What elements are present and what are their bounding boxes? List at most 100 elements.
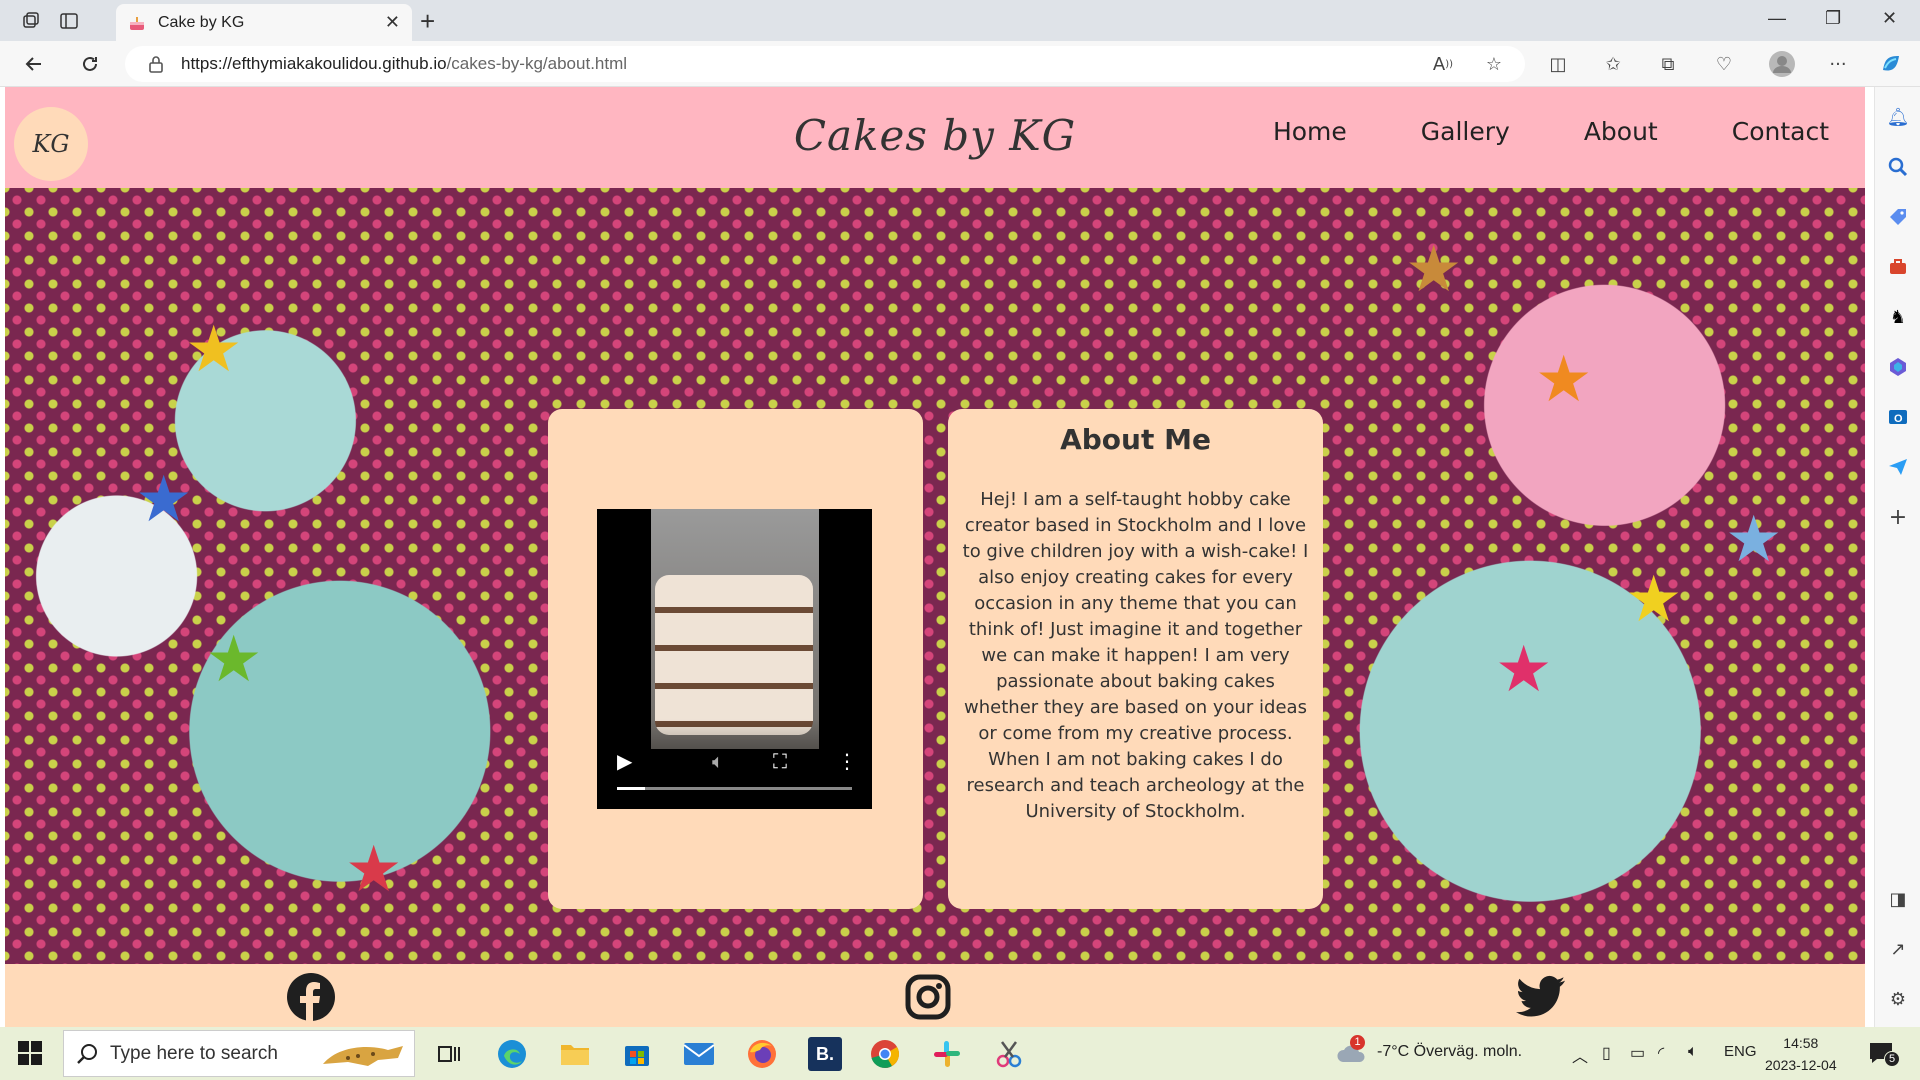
- play-icon[interactable]: ▶: [617, 749, 632, 773]
- sprinkle-star-decoration: ★: [185, 313, 243, 387]
- hide-sidebar-icon[interactable]: ◨: [1886, 887, 1910, 911]
- about-card: About Me Hej! I am a self-taught hobby c…: [948, 409, 1323, 909]
- sprinkle-star-decoration: ★: [1495, 633, 1553, 707]
- show-hidden-icons-chevron-icon[interactable]: ︿: [1572, 1043, 1588, 1067]
- back-button[interactable]: [20, 50, 48, 78]
- notifications-bell-icon[interactable]: 🔔︎: [1886, 105, 1910, 129]
- url-text: https://efthymiakakoulidou.github.io/cak…: [181, 54, 627, 74]
- weather-alert-badge: 1: [1350, 1035, 1365, 1050]
- cake-image: [655, 575, 813, 735]
- sprinkle-star-decoration: ★: [1535, 343, 1593, 417]
- workspaces-icon[interactable]: [18, 8, 44, 34]
- booking-icon[interactable]: B.: [808, 1037, 842, 1071]
- send-drop-icon[interactable]: [1886, 455, 1910, 479]
- tools-briefcase-icon[interactable]: [1886, 255, 1910, 279]
- notification-count-badge: 5: [1884, 1051, 1900, 1067]
- copilot-icon[interactable]: [1876, 49, 1906, 79]
- nav-home-link[interactable]: Home: [1273, 117, 1347, 146]
- video-progress-bar[interactable]: [617, 787, 852, 790]
- chrome-icon[interactable]: [868, 1037, 902, 1071]
- url-field[interactable]: https://efthymiakakoulidou.github.io/cak…: [125, 46, 1525, 82]
- read-aloud-icon[interactable]: A)): [1428, 49, 1458, 79]
- clock-date: 2023-12-04: [1765, 1057, 1837, 1073]
- twitter-icon[interactable]: [1516, 972, 1566, 1022]
- site-header: KG Cakes by KG Home Gallery About Contac…: [5, 87, 1865, 188]
- close-tab-icon[interactable]: ✕: [385, 12, 400, 33]
- more-options-icon[interactable]: ···: [1823, 49, 1853, 79]
- favorite-star-icon[interactable]: ☆: [1479, 49, 1509, 79]
- nav-contact-link[interactable]: Contact: [1732, 117, 1829, 146]
- weather-text[interactable]: -7°C Överväg. moln.: [1377, 1043, 1522, 1061]
- split-screen-icon[interactable]: ◫: [1543, 49, 1573, 79]
- favorites-icon[interactable]: ✩: [1598, 49, 1628, 79]
- search-icon: [77, 1043, 97, 1064]
- video-more-icon[interactable]: ⋮: [837, 749, 857, 773]
- microsoft-store-icon[interactable]: [620, 1037, 654, 1071]
- sprinkle-star-decoration: ★: [135, 463, 193, 537]
- collections-icon[interactable]: ⧉: [1653, 49, 1683, 79]
- language-indicator[interactable]: ENG: [1724, 1043, 1757, 1060]
- video-poster: [651, 509, 819, 749]
- video-progress-fill: [617, 787, 646, 790]
- search-icon[interactable]: [1886, 155, 1910, 179]
- instagram-icon[interactable]: [903, 972, 953, 1022]
- slack-icon[interactable]: [930, 1037, 964, 1071]
- close-window-button[interactable]: ✕: [1882, 8, 1897, 29]
- mail-icon[interactable]: [682, 1037, 716, 1071]
- restore-button[interactable]: ❐: [1825, 8, 1841, 29]
- outlook-icon[interactable]: O: [1886, 405, 1910, 429]
- firefox-icon[interactable]: [745, 1037, 779, 1071]
- minimize-button[interactable]: —: [1768, 8, 1786, 29]
- browser-essentials-icon[interactable]: ♡: [1709, 49, 1739, 79]
- cake-favicon-icon: [130, 16, 144, 30]
- tab-title: Cake by KG: [158, 13, 245, 31]
- tab-cake-by-kg[interactable]: Cake by KG ✕: [116, 4, 412, 41]
- new-tab-button[interactable]: +: [420, 6, 435, 37]
- open-external-icon[interactable]: ↗: [1886, 937, 1910, 961]
- profile-avatar[interactable]: [1767, 49, 1797, 79]
- mute-icon[interactable]: 🔈︎: [712, 749, 724, 773]
- logo-text: KG: [32, 130, 70, 158]
- refresh-button[interactable]: [76, 50, 104, 78]
- weather-icon[interactable]: 1: [1337, 1035, 1367, 1070]
- sprinkle-star-decoration: ★: [205, 623, 263, 697]
- tab-actions-icon[interactable]: [56, 8, 82, 34]
- nav-gallery-link[interactable]: Gallery: [1421, 117, 1510, 146]
- taskbar-clock[interactable]: 14:58 2023-12-04: [1765, 1032, 1837, 1076]
- lock-icon: [149, 56, 163, 73]
- sprinkle-star-decoration: ★: [1405, 233, 1463, 307]
- site-logo[interactable]: KG: [14, 107, 88, 181]
- webpage: KG Cakes by KG Home Gallery About Contac…: [5, 87, 1865, 1027]
- address-bar-row: https://efthymiakakoulidou.github.io/cak…: [0, 41, 1920, 87]
- svg-text:O: O: [1894, 413, 1903, 425]
- nav-about-link[interactable]: About: [1584, 117, 1658, 146]
- site-footer: [5, 964, 1865, 1027]
- cake-video-player[interactable]: ▶ 🔈︎ ⛶ ⋮: [597, 509, 872, 809]
- volume-icon[interactable]: 🔈︎: [1688, 1043, 1698, 1061]
- shopping-tag-icon[interactable]: [1886, 205, 1910, 229]
- video-controls: ▶ 🔈︎ ⛶ ⋮: [597, 719, 872, 809]
- games-chess-icon[interactable]: ♞: [1886, 305, 1910, 329]
- taskbar-search-placeholder: Type here to search: [110, 1042, 278, 1064]
- add-sidebar-app-icon[interactable]: +: [1886, 505, 1910, 530]
- battery-icon[interactable]: ▭: [1630, 1043, 1645, 1063]
- sidebar-settings-gear-icon[interactable]: ⚙: [1886, 987, 1910, 1011]
- windows-start-icon[interactable]: [18, 1041, 42, 1065]
- browser-sidebar: 🔔︎ ♞ O + ◨ ↗ ⚙: [1874, 87, 1920, 1027]
- url-host: https://efthymiakakoulidou.github.io: [181, 54, 447, 73]
- fullscreen-icon[interactable]: ⛶: [773, 749, 787, 773]
- file-explorer-icon[interactable]: [558, 1037, 592, 1071]
- microsoft-365-icon[interactable]: [1886, 355, 1910, 379]
- about-heading: About Me: [1060, 423, 1211, 456]
- url-path: /cakes-by-kg/about.html: [446, 54, 628, 73]
- edge-taskbar-icon[interactable]: [495, 1037, 529, 1071]
- taskbar-search-box[interactable]: Type here to search: [63, 1030, 415, 1077]
- wifi-icon[interactable]: ◜: [1658, 1043, 1664, 1063]
- task-view-icon[interactable]: [432, 1037, 466, 1071]
- notification-center-icon[interactable]: 5: [1868, 1041, 1900, 1069]
- facebook-icon[interactable]: [286, 972, 336, 1022]
- sprinkle-star-decoration: ★: [1625, 563, 1683, 637]
- snipping-tool-icon[interactable]: [992, 1037, 1026, 1071]
- sprinkle-star-decoration: ★: [345, 833, 403, 907]
- device-icon[interactable]: ▯: [1602, 1043, 1611, 1063]
